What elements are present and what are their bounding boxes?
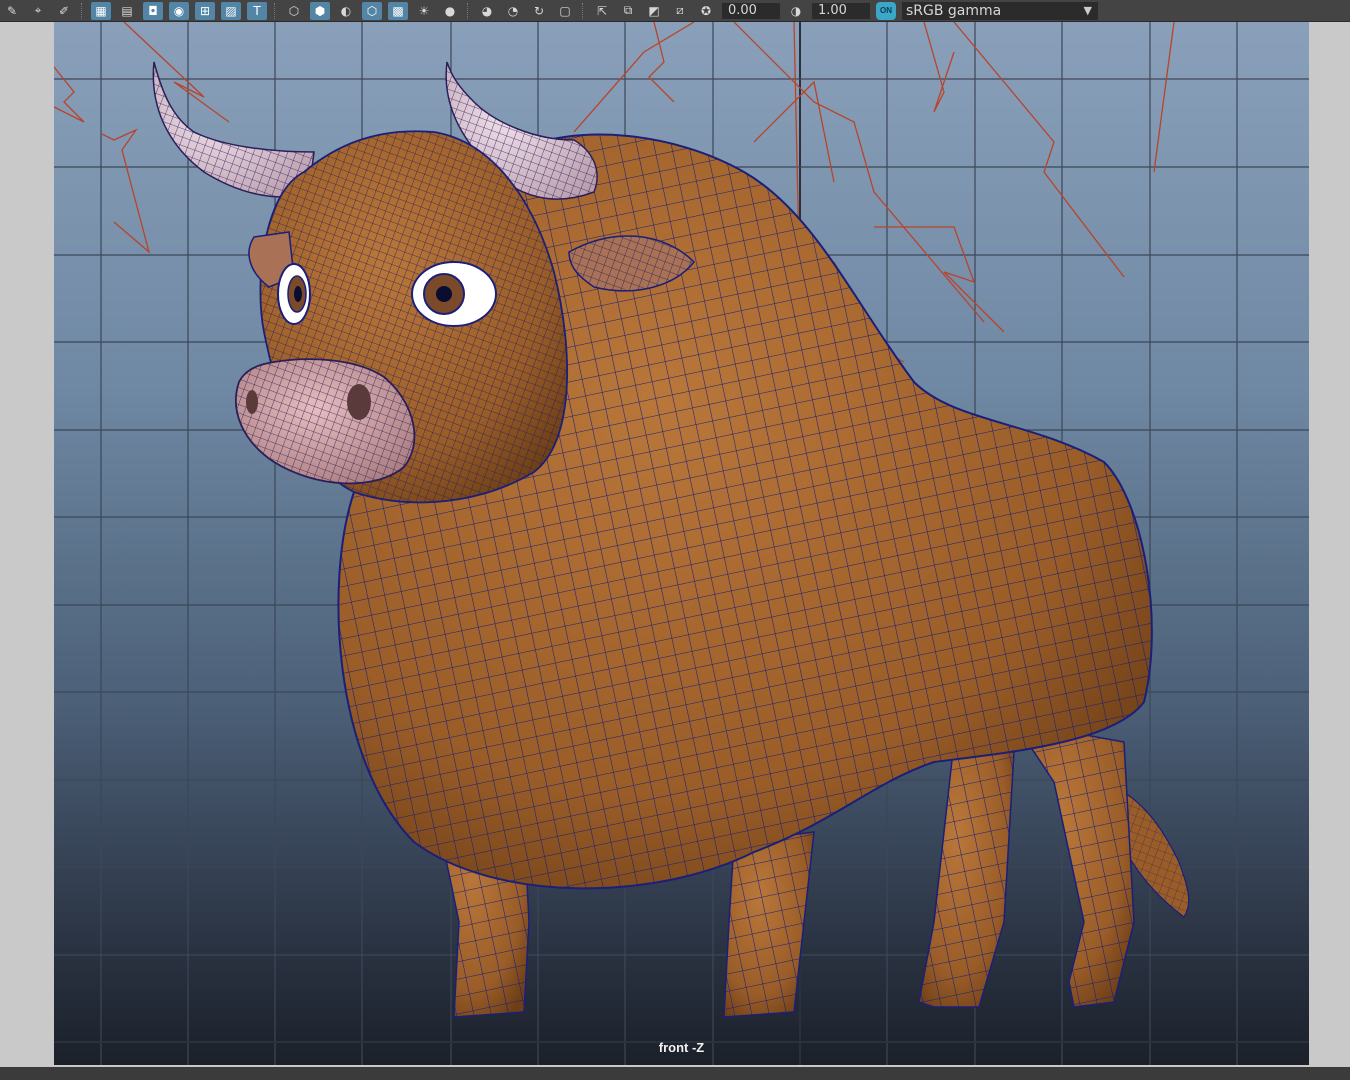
camera-icon[interactable]: ⌖ <box>28 2 48 20</box>
xray-active-icon[interactable]: ⧉ <box>618 2 638 20</box>
chevron-down-icon: ▼ <box>1083 4 1092 17</box>
gamma-field[interactable]: 1.00 <box>812 2 870 19</box>
viewport-scene <box>54 22 1309 1065</box>
safe-action-icon[interactable]: ◉ <box>169 1 189 20</box>
color-space-value: sRGB gamma <box>906 2 1002 19</box>
xray-joints-icon[interactable]: ⇱ <box>592 2 612 20</box>
antialias-icon[interactable]: ↻ <box>529 2 549 20</box>
toolbar-separator <box>582 2 585 19</box>
panel-toolbar: ✎ ⌖ ✐ ▦ ▤ ◘ ◉ ⊞ ▨ T ⬡ ⬢ ◐ ⬡ ▩ ☀ ● ◕ ◔ ↻ … <box>0 0 1350 22</box>
field-chart-icon[interactable]: ⊞ <box>195 1 215 20</box>
camera-label: front -Z <box>658 1040 705 1055</box>
resolution-gate-icon[interactable]: ◘ <box>143 1 163 20</box>
ambient-occlusion-icon[interactable]: ◕ <box>477 2 497 20</box>
isolate-select-icon[interactable]: ▢ <box>555 2 575 20</box>
smooth-shaded-icon[interactable]: ⬢ <box>310 1 330 20</box>
motion-blur-icon[interactable]: ◔ <box>503 2 523 20</box>
hud-text-icon[interactable]: T <box>247 1 267 20</box>
color-space-dropdown[interactable]: sRGB gamma ▼ <box>902 1 1098 20</box>
toolbar-separator <box>467 2 470 19</box>
bull-back-legs <box>918 720 1135 1008</box>
textured-icon[interactable]: ◐ <box>336 2 356 20</box>
toolbar-separator <box>274 2 277 19</box>
gamma-icon[interactable]: ◑ <box>786 2 806 20</box>
light-icon[interactable]: ☀ <box>414 2 434 20</box>
image-plane-icon[interactable]: ▨ <box>221 1 241 20</box>
exposure-icon[interactable]: ✪ <box>696 2 716 20</box>
film-gate-icon[interactable]: ▤ <box>117 2 137 20</box>
backface-icon[interactable]: ◩ <box>644 2 664 20</box>
shadow-icon[interactable]: ● <box>440 2 460 20</box>
color-management-toggle[interactable]: ON <box>876 1 896 20</box>
exposure-field[interactable]: 0.00 <box>722 2 780 19</box>
toolbar-separator <box>81 2 84 19</box>
status-bar <box>0 1067 1350 1080</box>
grid-icon[interactable]: ▦ <box>91 1 111 20</box>
wireframe-cube-icon[interactable]: ⬡ <box>284 2 304 20</box>
pen-icon[interactable]: ✐ <box>54 2 74 20</box>
color-management-icon[interactable]: ⧄ <box>670 2 690 20</box>
viewport-panel[interactable]: front -Z <box>54 22 1309 1065</box>
bull-tail <box>1123 790 1190 918</box>
bookmark-icon[interactable]: ✎ <box>2 2 22 20</box>
checker-icon[interactable]: ▩ <box>388 1 408 20</box>
xray-cube-icon[interactable]: ⬡ <box>362 1 382 20</box>
